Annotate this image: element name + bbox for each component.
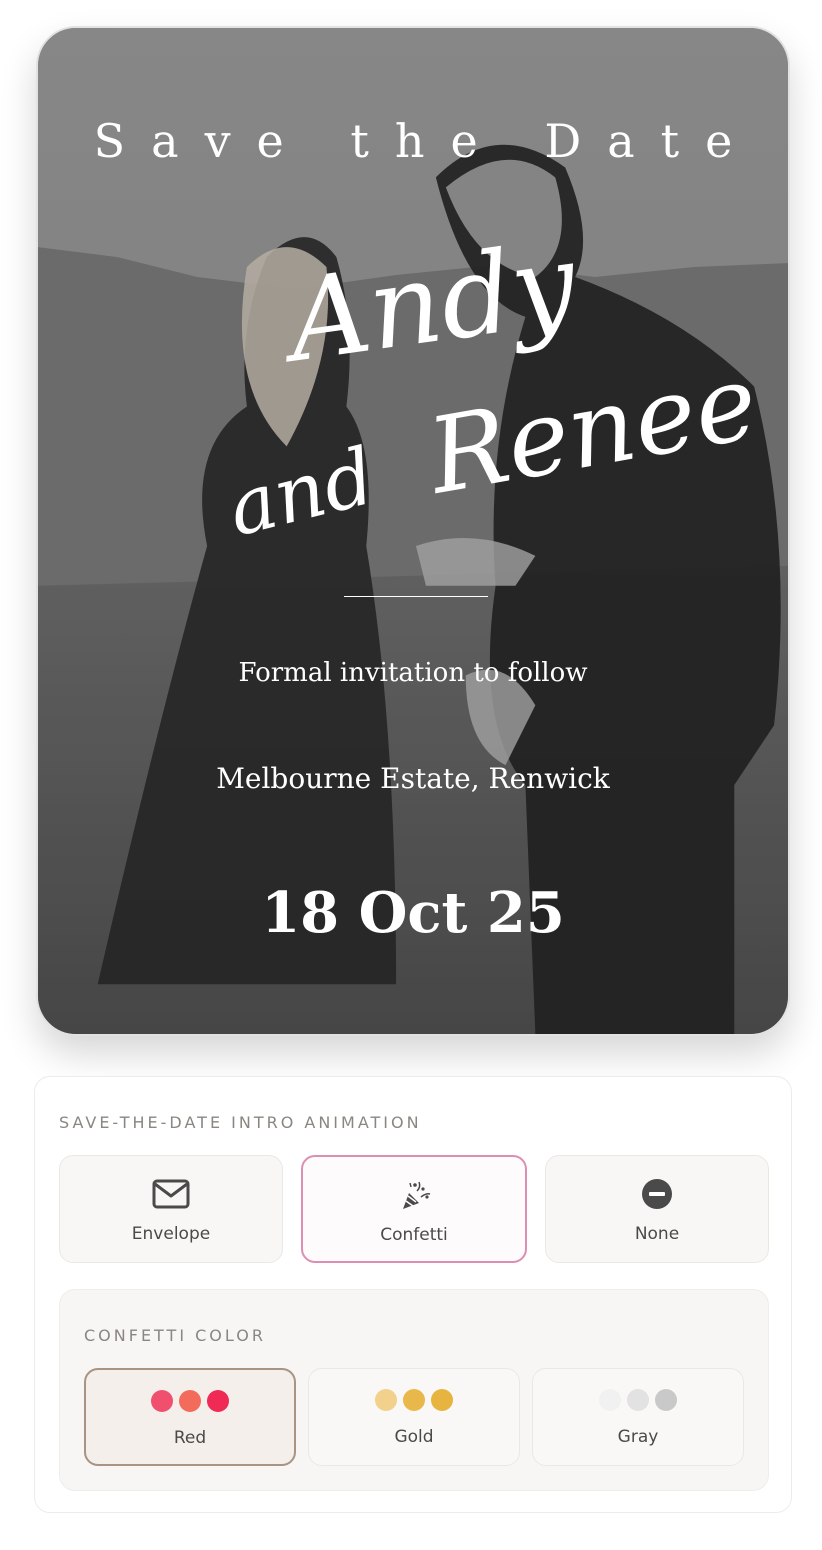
animation-option-envelope[interactable]: Envelope — [59, 1155, 283, 1263]
animation-option-none[interactable]: None — [545, 1155, 769, 1263]
color-option-label: Gray — [617, 1427, 659, 1447]
color-dot — [151, 1390, 173, 1412]
animation-option-confetti[interactable]: Confetti — [301, 1155, 527, 1263]
envelope-icon — [152, 1179, 190, 1209]
animation-option-label: Envelope — [131, 1224, 211, 1244]
color-swatch-dots — [309, 1389, 519, 1413]
confetti-color-option-gray[interactable]: Gray — [532, 1368, 744, 1466]
no-entry-icon — [642, 1179, 672, 1209]
color-dot — [179, 1390, 201, 1412]
confetti-color-option-gold[interactable]: Gold — [308, 1368, 520, 1466]
invitation-preview-card: Save the Date Andy and Renee Formal invi… — [36, 26, 790, 1036]
confetti-color-section-label: CONFETTI COLOR — [84, 1326, 266, 1345]
animation-option-label: None — [634, 1224, 680, 1244]
invitation-note: Formal invitation to follow — [238, 658, 588, 688]
confetti-color-section: CONFETTI COLOR Red Gold Gray — [59, 1289, 769, 1491]
save-the-date-heading: Save the Date — [93, 114, 759, 168]
venue-text: Melbourne Estate, Renwick — [216, 762, 610, 795]
color-dot — [431, 1389, 453, 1411]
party-popper-icon — [403, 1181, 431, 1209]
intro-animation-panel: SAVE-THE-DATE INTRO ANIMATION Envelope C… — [34, 1076, 792, 1513]
color-swatch-dots — [86, 1390, 294, 1414]
animation-option-label: Confetti — [380, 1225, 448, 1245]
color-dot — [599, 1389, 621, 1411]
event-date: 18 Oct 25 — [261, 880, 565, 946]
color-dot — [375, 1389, 397, 1411]
color-dot — [627, 1389, 649, 1411]
color-option-label: Red — [173, 1428, 207, 1448]
color-dot — [207, 1390, 229, 1412]
color-dot — [655, 1389, 677, 1411]
intro-animation-section-label: SAVE-THE-DATE INTRO ANIMATION — [59, 1113, 422, 1132]
confetti-color-option-red[interactable]: Red — [84, 1368, 296, 1466]
color-dot — [403, 1389, 425, 1411]
color-swatch-dots — [533, 1389, 743, 1413]
divider-line — [344, 596, 488, 597]
color-option-label: Gold — [394, 1427, 434, 1447]
